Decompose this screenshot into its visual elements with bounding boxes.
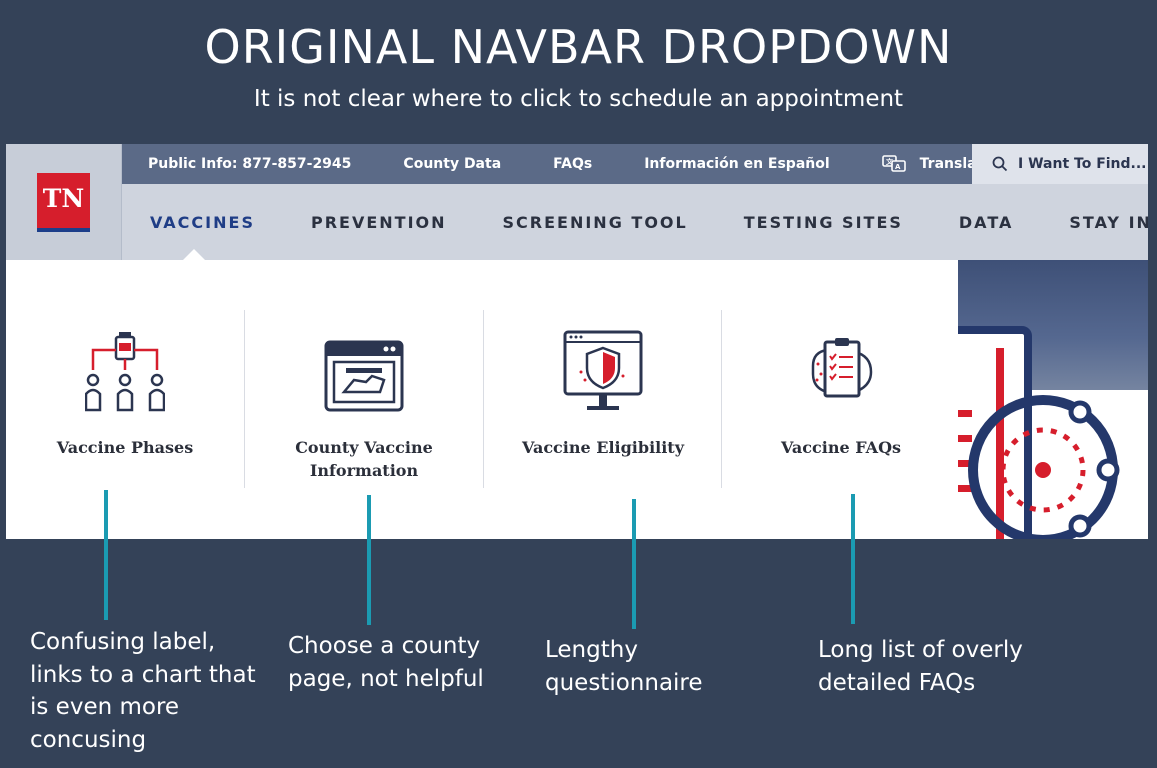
card-vaccine-phases[interactable]: Vaccine Phases [6,310,244,488]
card-label: Vaccine Phases [56,438,194,457]
annotation-pointer [367,495,371,625]
nav-item-stay-informed[interactable]: STAY INFORMED [1041,213,1148,232]
card-label: Vaccine FAQs [780,438,902,457]
annotation-county-info: Choose a county page, not helpful [288,633,484,692]
annotation-vaccine-phases: Confusing label, links to a chart that i… [30,629,256,753]
logo-area: TN [6,144,122,260]
annotation-eligibility: Lengthy questionnaire [545,637,703,696]
page-title: ORIGINAL NAVBAR DROPDOWN [204,20,953,74]
hero-background-image [958,260,1148,539]
annotation-faqs: Long list of overly detailed FAQs [818,637,1023,696]
card-label: County Vaccine Information [295,438,433,480]
faqs-link[interactable]: FAQs [527,156,618,172]
card-label: Vaccine Eligibility [522,438,684,457]
nav-item-screening-tool[interactable]: SCREENING TOOL [475,213,716,232]
main-nav: VACCINES PREVENTION SCREENING TOOL TESTI… [122,184,1148,260]
public-info-link[interactable]: Public Info: 877-857-2945 [122,156,377,172]
svg-text:文: 文 [886,157,894,166]
vaccine-eligibility-icon [563,330,643,410]
search-icon [992,156,1008,172]
nav-item-vaccines[interactable]: VACCINES [122,213,283,232]
utility-bar: Public Info: 877-857-2945 County Data FA… [122,144,993,184]
county-vaccine-info-icon [324,340,404,412]
spanish-info-link[interactable]: Información en Español [618,156,855,172]
tn-logo[interactable]: TN [37,173,90,232]
annotation-pointer [851,494,855,624]
card-county-vaccine-information[interactable]: County Vaccine Information [245,310,483,488]
translate-icon: 文 A [881,155,906,172]
svg-text:A: A [895,163,901,171]
vaccine-faqs-icon [811,338,873,398]
county-data-link[interactable]: County Data [377,156,527,172]
page-subtitle: It is not clear where to click to schedu… [253,86,904,112]
search-label: I Want To Find... [1018,156,1147,172]
nav-item-prevention[interactable]: PREVENTION [283,213,475,232]
nav-item-data[interactable]: DATA [931,213,1041,232]
nav-item-testing-sites[interactable]: TESTING SITES [716,213,931,232]
clipboard-illustration [958,326,1120,539]
annotation-pointer [104,490,108,620]
card-vaccine-eligibility[interactable]: Vaccine Eligibility [484,310,722,488]
annotation-pointer [632,499,636,629]
vaccine-phases-icon [85,332,165,412]
search-box[interactable]: I Want To Find... [972,144,1148,184]
navbar-screenshot: TN Public Info: 877-857-2945 County Data… [6,144,1148,539]
vaccines-dropdown: Vaccine Phases County Vaccine Informatio… [6,260,958,539]
card-vaccine-faqs[interactable]: Vaccine FAQs [722,310,960,488]
logo-text: TN [42,184,85,213]
